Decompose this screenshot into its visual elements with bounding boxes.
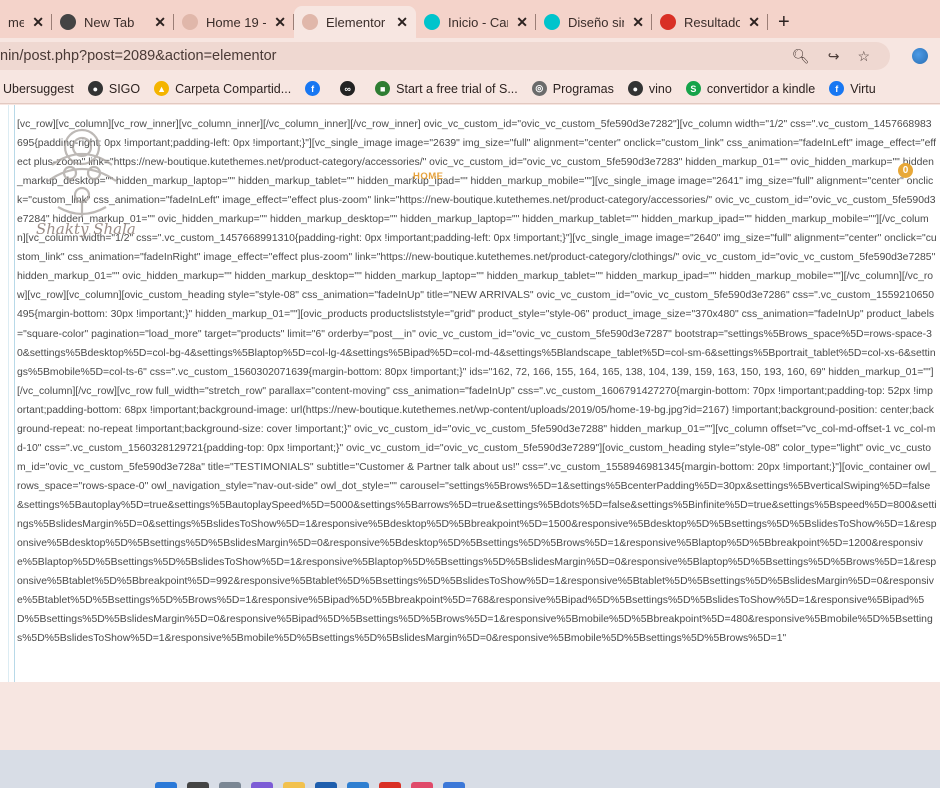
tab-title: Inicio - Car xyxy=(448,14,509,30)
store-icon[interactable] xyxy=(315,782,337,788)
app-icon[interactable] xyxy=(411,782,433,788)
bookmark-star-icon[interactable]: ☆ xyxy=(857,48,870,65)
bookmark-label: Virtu xyxy=(850,81,876,96)
editor-guide-line xyxy=(8,105,9,682)
drive-icon: ▲ xyxy=(154,81,170,96)
mail-icon[interactable] xyxy=(347,782,369,788)
close-icon[interactable]: ✕ xyxy=(516,14,528,31)
chrome-icon[interactable] xyxy=(379,782,401,788)
browser-tab[interactable]: New Tab ✕ xyxy=(52,6,174,38)
shortcode-text: [vc_row][vc_column][vc_row_inner][vc_col… xyxy=(17,119,937,645)
canva-icon xyxy=(424,14,440,30)
bookmark-item[interactable]: Ubersuggest xyxy=(3,82,74,96)
home-label: HOME xyxy=(413,171,444,182)
bookmark-item[interactable]: ● SIGO xyxy=(87,81,141,96)
bookmark-label: Start a free trial of S... xyxy=(396,81,518,96)
canva-icon xyxy=(544,14,560,30)
bookmark-item[interactable]: ∞ xyxy=(340,81,361,96)
browser-tab[interactable]: Home 19 - ✕ xyxy=(174,6,294,38)
tab-separator xyxy=(767,14,768,30)
close-icon[interactable]: ✕ xyxy=(632,14,644,31)
chrome-icon xyxy=(60,14,76,30)
notepad-icon[interactable] xyxy=(443,782,465,788)
browser-tab[interactable]: Diseño sin ✕ xyxy=(536,6,652,38)
bookmark-label: Programas xyxy=(552,81,614,96)
site-icon xyxy=(302,14,318,30)
chrome-icon: ● xyxy=(87,81,103,96)
address-text: nin/post.php?post=2089&action=elementor xyxy=(0,48,277,64)
windows-start-icon[interactable] xyxy=(155,782,177,788)
facebook-icon: f xyxy=(305,81,321,96)
bookmark-item[interactable]: ● vino xyxy=(627,81,672,96)
bookmark-item[interactable]: f Virtu xyxy=(829,81,876,96)
close-icon[interactable]: ✕ xyxy=(274,14,286,31)
chrome-icon: ● xyxy=(627,81,643,96)
address-bar[interactable]: nin/post.php?post=2089&action=elementor … xyxy=(0,42,890,70)
globe-icon: ◎ xyxy=(531,81,547,96)
share-icon[interactable]: ↪ xyxy=(828,48,840,65)
editor-guide-line xyxy=(14,105,15,682)
bookmark-item[interactable]: f xyxy=(305,81,326,96)
close-icon[interactable]: ✕ xyxy=(32,14,44,31)
facebook-icon: f xyxy=(829,81,845,96)
bookmark-label: vino xyxy=(648,81,672,96)
bookmark-label: convertidor a kindle xyxy=(706,81,816,96)
site-icon xyxy=(182,14,198,30)
tab-title: New Tab xyxy=(84,14,135,30)
search-icon[interactable] xyxy=(187,782,209,788)
edge-icon[interactable] xyxy=(251,782,273,788)
glasses-icon: ∞ xyxy=(340,81,356,96)
tab-title: Elementor xyxy=(326,14,386,30)
explorer-icon[interactable] xyxy=(283,782,305,788)
s-icon: S xyxy=(685,81,701,96)
tab-title: Home 19 - xyxy=(206,14,267,30)
bookmark-label: Carpeta Compartid... xyxy=(175,81,292,96)
bookmark-label: Ubersuggest xyxy=(3,81,74,96)
browser-tab[interactable]: Inicio - Car ✕ xyxy=(416,6,536,38)
bookmark-item[interactable]: ◎ Programas xyxy=(531,81,614,96)
bookmarks-bar: Ubersuggest ● SIGO ▲ Carpeta Compartid... f ∞ ■… xyxy=(0,74,940,104)
notification-badge[interactable]: 0 xyxy=(898,163,913,178)
browser-tab[interactable]: me ✕ xyxy=(0,6,52,38)
green-flag-icon: ■ xyxy=(375,81,391,96)
browser-toolbar: nin/post.php?post=2089&action=elementor … xyxy=(0,38,940,74)
watermark-text: Shakty Shala xyxy=(36,220,136,238)
tab-title: Diseño sin xyxy=(568,14,625,30)
page-footer-area xyxy=(0,682,940,750)
page-content: [vc_row][vc_column][vc_row_inner][vc_col… xyxy=(0,105,940,682)
os-taskbar xyxy=(0,750,940,788)
tab-title: Resultados xyxy=(684,14,741,30)
new-tab-button[interactable]: + xyxy=(768,6,800,38)
close-icon[interactable]: ✕ xyxy=(396,14,408,31)
bookmark-item[interactable]: Sconvertidor a kindle xyxy=(685,81,816,96)
close-icon[interactable]: ✕ xyxy=(154,14,166,31)
zoom-icon[interactable]: 🔍︎ xyxy=(792,48,810,65)
profile-icon[interactable] xyxy=(912,48,928,64)
bookmark-label: SIGO xyxy=(108,81,141,96)
gmail-icon xyxy=(660,14,676,30)
tab-title: me xyxy=(8,14,25,30)
bookmark-item[interactable]: ■ Start a free trial of S... xyxy=(375,81,518,96)
widgets-icon[interactable] xyxy=(219,782,241,788)
browser-tab[interactable]: Resultados ✕ xyxy=(652,6,768,38)
tab-strip: me ✕ New Tab ✕ Home 19 - ✕ Elementor ✕ Inicio - … xyxy=(0,0,940,38)
close-icon[interactable]: ✕ xyxy=(748,14,760,31)
browser-tab[interactable]: Elementor ✕ xyxy=(294,6,416,38)
bookmark-item[interactable]: ▲ Carpeta Compartid... xyxy=(154,81,291,96)
